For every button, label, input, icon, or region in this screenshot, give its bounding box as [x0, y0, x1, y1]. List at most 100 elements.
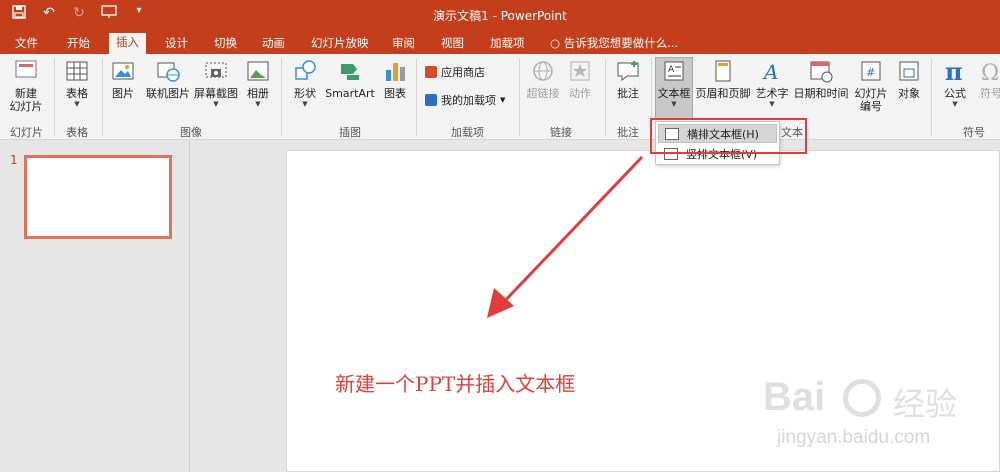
svg-text:Ω: Ω	[981, 61, 999, 84]
table-button[interactable]: 表格 ▼	[62, 58, 92, 109]
tab-animations[interactable]: 动画	[255, 34, 292, 54]
action-button[interactable]: 动作	[565, 58, 595, 100]
watermark-brand2: 经验	[893, 385, 958, 423]
group-separator	[281, 58, 282, 136]
watermark-brand: Bai	[763, 375, 826, 419]
watermark-url: jingyan.baidu.com	[777, 427, 931, 448]
textbox-button[interactable]: A 文本框 ▼	[655, 57, 693, 119]
equation-label: 公式	[944, 87, 966, 100]
tab-insert[interactable]: 插入	[109, 33, 146, 54]
chevron-down-icon: ▼	[952, 100, 958, 108]
group-separator	[102, 58, 103, 136]
group-label-slides: 幻灯片	[10, 126, 43, 139]
tab-review[interactable]: 审阅	[385, 34, 422, 54]
textbox-label: 文本框	[657, 87, 691, 100]
chevron-down-icon: ▼	[500, 96, 506, 104]
equation-button[interactable]: π 公式 ▼	[938, 58, 972, 109]
tab-slideshow[interactable]: 幻灯片放映	[304, 34, 376, 54]
window-title: 演示文稿1 - PowerPoint	[433, 9, 567, 23]
chevron-down-icon: ▼	[213, 100, 219, 108]
group-separator	[931, 58, 932, 136]
new-slide-button[interactable]: 新建 幻灯片	[8, 58, 44, 113]
group-label-symbols: 符号	[963, 126, 985, 139]
chart-icon	[386, 63, 405, 81]
tab-addins[interactable]: 加载项	[483, 34, 532, 54]
store-button[interactable]: 应用商店	[425, 64, 485, 80]
group-label-illustrations: 插图	[339, 126, 361, 139]
my-addins-label: 我的加载项	[441, 94, 496, 107]
shapes-button[interactable]: 形状 ▼	[290, 58, 320, 109]
table-label: 表格	[66, 87, 88, 100]
object-button[interactable]: 对象	[893, 58, 925, 100]
comment-label: 批注	[617, 87, 639, 100]
slide-number-button[interactable]: # 幻灯片 编号	[852, 58, 890, 113]
slide-number: 1	[10, 153, 18, 167]
tab-home[interactable]: 开始	[60, 34, 97, 54]
svg-text:#: #	[866, 66, 875, 79]
chart-button[interactable]: 图表	[380, 58, 410, 100]
new-slide-label: 新建	[15, 87, 37, 100]
addin-icon	[425, 94, 437, 106]
wordart-button[interactable]: A 艺术字 ▼	[754, 58, 790, 109]
slide-number-label2: 编号	[860, 100, 882, 113]
screenshot-button[interactable]: 屏幕截图 ▼	[193, 58, 239, 109]
textbox-icon: A	[664, 61, 684, 81]
hyperlink-button[interactable]: 超链接	[525, 58, 561, 100]
lightbulb-icon: ○	[550, 36, 561, 50]
my-addins-button[interactable]: 我的加载项 ▼	[425, 92, 505, 108]
picture-icon	[112, 62, 134, 80]
calendar-icon	[810, 61, 833, 83]
paw-icon	[843, 379, 881, 417]
header-footer-icon	[715, 60, 731, 82]
photo-album-button[interactable]: 相册 ▼	[243, 58, 273, 109]
date-time-button[interactable]: 日期和时间	[792, 58, 850, 100]
comment-icon	[617, 61, 639, 82]
tell-me-text: 告诉我您想要做什么...	[563, 36, 679, 50]
wordart-icon: A	[762, 60, 778, 84]
symbol-button[interactable]: Ω 符号	[976, 58, 1000, 100]
group-separator	[605, 58, 606, 136]
object-label: 对象	[898, 87, 920, 100]
group-label-tables: 表格	[66, 126, 88, 139]
group-separator	[519, 58, 520, 136]
tab-file[interactable]: 文件	[8, 34, 45, 54]
star-icon	[570, 61, 590, 81]
title-bar: ↶ ↻ ▾ 演示文稿1 - PowerPoint	[0, 0, 1000, 30]
online-picture-label: 联机图片	[146, 87, 190, 100]
ribbon-tabs: 文件 开始 插入 设计 切换 动画 幻灯片放映 审阅 视图 加载项 ○ 告诉我您…	[0, 30, 1000, 54]
chevron-down-icon: ▼	[671, 100, 677, 108]
group-label-comments: 批注	[617, 126, 639, 139]
tab-transitions[interactable]: 切换	[207, 34, 244, 54]
datetime-label: 日期和时间	[793, 87, 849, 100]
slide-thumbnail[interactable]	[24, 155, 172, 239]
chevron-down-icon: ▼	[302, 100, 308, 108]
store-label: 应用商店	[441, 66, 485, 79]
highlight-box	[650, 118, 807, 154]
group-label-links: 链接	[550, 126, 572, 139]
slide-thumbnail-pane: 1	[0, 141, 190, 472]
album-icon	[247, 61, 269, 81]
shapes-label: 形状	[294, 87, 316, 100]
header-footer-button[interactable]: 页眉和页脚	[695, 58, 751, 100]
tell-me-box[interactable]: ○ 告诉我您想要做什么...	[550, 34, 678, 52]
ribbon-insert: 新建 幻灯片 表格 ▼ 图片 联机图片 屏幕截图 ▼ 相册 ▼ 形状 ▼ Sma…	[0, 54, 1000, 140]
comment-button[interactable]: 批注	[612, 58, 644, 100]
picture-label: 图片	[112, 87, 134, 100]
object-icon	[899, 61, 919, 81]
online-picture-button[interactable]: 联机图片	[144, 58, 192, 100]
group-label-addins: 加载项	[451, 126, 484, 139]
tab-view[interactable]: 视图	[434, 34, 471, 54]
picture-button[interactable]: 图片	[108, 58, 138, 100]
chevron-down-icon: ▼	[769, 100, 775, 108]
group-separator	[54, 58, 55, 136]
svg-text:A: A	[762, 60, 778, 84]
chart-label: 图表	[384, 87, 406, 100]
group-separator	[416, 58, 417, 136]
slide-number-label: 幻灯片	[854, 87, 888, 100]
tab-design[interactable]: 设计	[158, 34, 195, 54]
store-icon	[425, 66, 437, 78]
smartart-button[interactable]: SmartArt	[325, 58, 375, 100]
svg-text:A: A	[668, 65, 675, 75]
camera-icon	[205, 62, 227, 78]
chevron-down-icon: ▼	[74, 100, 80, 108]
